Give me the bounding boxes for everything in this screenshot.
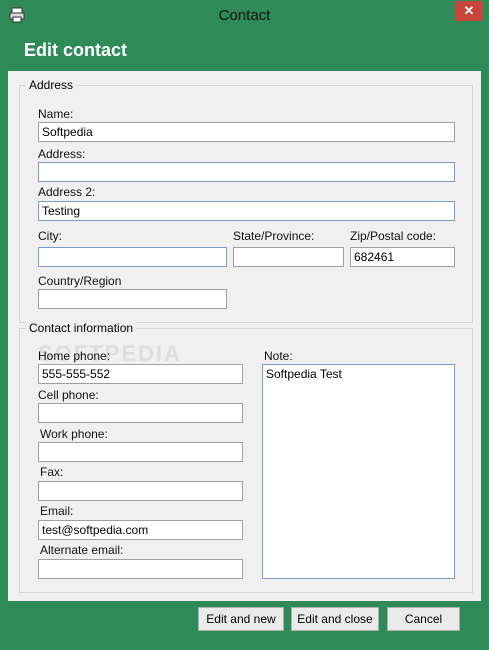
work-phone-label: Work phone:	[40, 427, 108, 441]
cancel-button[interactable]: Cancel	[387, 607, 460, 631]
work-phone-field[interactable]	[38, 442, 243, 462]
cell-phone-field[interactable]	[38, 403, 243, 423]
zip-label: Zip/Postal code:	[350, 229, 437, 243]
note-textarea[interactable]: Softpedia Test	[262, 364, 455, 579]
address2-label: Address 2:	[38, 185, 96, 199]
contact-window: Contact ✕ Edit contact Address Name: Sof…	[0, 0, 489, 650]
page-title: Edit contact	[24, 40, 128, 60]
zip-field[interactable]: 682461	[350, 247, 455, 267]
home-phone-label: Home phone:	[38, 349, 111, 363]
email-field[interactable]: test@softpedia.com	[38, 520, 243, 540]
address-label: Address:	[38, 147, 86, 161]
country-label: Country/Region	[38, 274, 122, 288]
cell-phone-label: Cell phone:	[38, 388, 99, 402]
name-label: Name:	[38, 107, 74, 121]
state-label: State/Province:	[233, 229, 315, 243]
state-field[interactable]	[233, 247, 344, 267]
address-field[interactable]	[38, 162, 455, 182]
address2-field[interactable]: Testing	[38, 201, 455, 221]
address-legend: Address	[26, 78, 77, 92]
close-icon: ✕	[463, 3, 475, 18]
city-field[interactable]	[38, 247, 227, 267]
country-field[interactable]	[38, 289, 227, 309]
contact-legend: Contact information	[26, 321, 137, 335]
window-title: Contact	[218, 7, 271, 24]
edit-and-new-button[interactable]: Edit and new	[198, 607, 284, 631]
note-label: Note:	[264, 349, 293, 363]
header-banner: Edit contact	[8, 31, 481, 71]
title-bar[interactable]: Contact ✕	[0, 0, 489, 31]
home-phone-field[interactable]: 555-555-552	[38, 364, 243, 384]
alt-email-label: Alternate email:	[40, 543, 124, 557]
footer-bar: Edit and new Edit and close Cancel	[8, 601, 481, 642]
fax-field[interactable]	[38, 481, 243, 501]
form-content: Address Name: Softpedia Address: Address…	[8, 71, 481, 601]
edit-and-close-button[interactable]: Edit and close	[291, 607, 379, 631]
name-field[interactable]: Softpedia	[38, 122, 455, 142]
close-button[interactable]: ✕	[455, 1, 483, 21]
fax-label: Fax:	[40, 465, 64, 479]
city-label: City:	[38, 229, 62, 243]
email-label: Email:	[40, 504, 74, 518]
alt-email-field[interactable]	[38, 559, 243, 579]
